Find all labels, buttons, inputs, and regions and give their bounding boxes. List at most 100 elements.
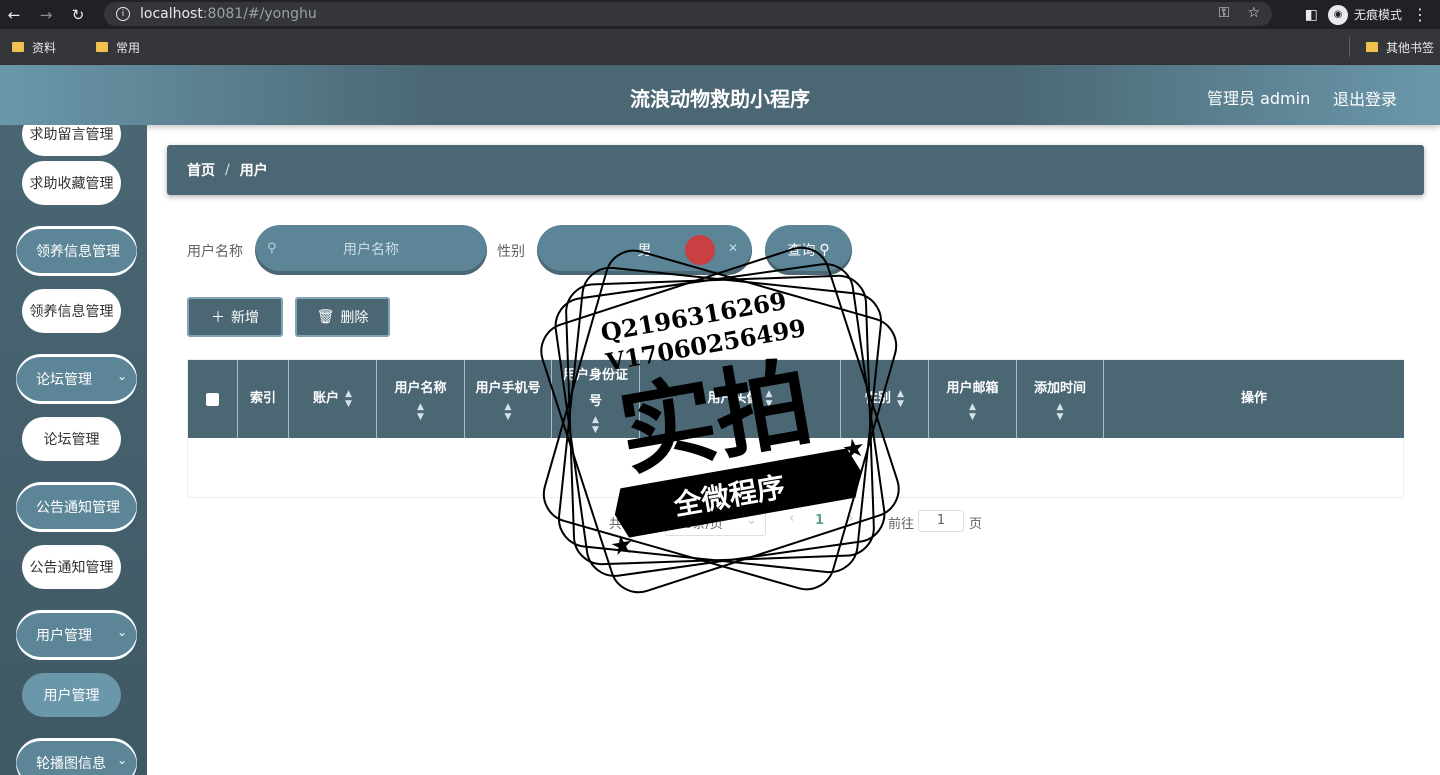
sidebar-group-adoption[interactable]: 领养信息管理 bbox=[16, 226, 137, 276]
column-header[interactable]: 添加时间 ▲ ▼ bbox=[1017, 360, 1104, 438]
breadcrumb-current: 用户 bbox=[239, 163, 268, 179]
sidebar-group-label: 轮播图信息 bbox=[36, 756, 106, 772]
sidebar-item-help-message[interactable]: 求助留言管理 bbox=[22, 125, 121, 156]
sidebar-item-help-favorite[interactable]: 求助收藏管理 bbox=[22, 161, 121, 205]
select-all-header bbox=[188, 360, 238, 438]
sidebar-group-carousel[interactable]: 轮播图信息 ⌄ bbox=[16, 738, 137, 775]
star-icon[interactable]: ☆ bbox=[1247, 5, 1260, 21]
column-header: 操作 bbox=[1104, 360, 1404, 438]
sort-icon[interactable]: ▲ ▼ bbox=[1057, 402, 1064, 422]
sort-icon[interactable]: ▲ ▼ bbox=[897, 389, 904, 409]
url-host: localhost bbox=[140, 6, 203, 22]
column-header[interactable]: 用户邮箱 ▲ ▼ bbox=[929, 360, 1017, 438]
next-page-icon[interactable]: › bbox=[848, 511, 853, 526]
delete-button[interactable]: 🗑 删除 bbox=[295, 297, 390, 337]
column-header[interactable]: 用户手机号 ▲ ▼ bbox=[465, 360, 552, 438]
sidebar-group-user[interactable]: 用户管理 ⌄ bbox=[16, 610, 137, 660]
username-search-input[interactable] bbox=[255, 242, 487, 258]
plus-icon: ＋ bbox=[211, 310, 225, 326]
sort-icon[interactable]: ▲ ▼ bbox=[766, 389, 773, 409]
column-label: 操作 bbox=[1240, 391, 1267, 406]
column-header[interactable]: 性别 ▲ ▼ bbox=[841, 360, 929, 438]
bookmark-folder[interactable]: 常用 bbox=[96, 39, 140, 56]
column-label: 用户头像 bbox=[707, 391, 760, 406]
sidebar-group-label: 论坛管理 bbox=[36, 372, 92, 388]
column-header[interactable]: 用户头像 ▲ ▼ bbox=[640, 360, 841, 438]
search-icon: ⚲ bbox=[819, 242, 830, 258]
sidebar-group-notice[interactable]: 公告通知管理 bbox=[16, 482, 137, 532]
breadcrumb-home[interactable]: 首页 bbox=[187, 160, 215, 180]
folder-icon bbox=[1365, 42, 1378, 52]
incognito-label: 无痕模式 bbox=[1353, 8, 1402, 22]
goto-label: 前往 bbox=[888, 517, 915, 532]
sidebar-toggle-icon[interactable]: ◧ bbox=[1305, 7, 1318, 23]
sort-icon[interactable]: ▲ ▼ bbox=[345, 389, 352, 409]
chevron-down-icon: ⌄ bbox=[116, 369, 127, 383]
incognito-indicator[interactable]: ◉ 无痕模式 bbox=[1327, 4, 1402, 25]
goto-page-input[interactable]: 1 bbox=[918, 510, 964, 532]
username-search-field[interactable]: ⚲ bbox=[255, 225, 487, 275]
column-header: 索引 bbox=[238, 360, 289, 438]
prev-page-icon[interactable]: ‹ bbox=[789, 511, 794, 526]
gender-label: 性别 bbox=[497, 244, 525, 260]
site-info-icon[interactable]: i bbox=[116, 7, 130, 21]
page-suffix: 页 bbox=[969, 517, 983, 532]
sidebar-item-adoption[interactable]: 领养信息管理 bbox=[22, 289, 121, 333]
sort-icon[interactable]: ▲ ▼ bbox=[417, 402, 424, 422]
gender-select[interactable]: 男 ✕ bbox=[537, 225, 752, 275]
column-header[interactable]: 账户 ▲ ▼ bbox=[289, 360, 377, 438]
pagination-total: 共 0 条 bbox=[609, 517, 652, 532]
query-button-label: 查询 bbox=[787, 243, 816, 259]
bookmark-label: 其他书签 bbox=[1385, 40, 1434, 55]
bookmark-label: 资料 bbox=[32, 40, 57, 55]
reload-icon[interactable]: ↻ bbox=[64, 0, 92, 29]
logout-link[interactable]: 退出登录 bbox=[1333, 86, 1397, 110]
add-button[interactable]: ＋ 新增 bbox=[187, 297, 283, 337]
username-label: 用户名称 bbox=[187, 244, 243, 260]
page-number[interactable]: 1 bbox=[815, 513, 824, 528]
chevron-down-icon: ⌄ bbox=[116, 753, 127, 767]
column-header[interactable]: 用户身份证号 ▲ ▼ bbox=[552, 360, 640, 438]
key-icon[interactable]: ⚿ bbox=[1219, 5, 1230, 21]
menu-icon[interactable]: ⋮ bbox=[1412, 5, 1428, 24]
page-size-select[interactable]: 10条/页 ⌄ bbox=[665, 508, 766, 536]
column-header[interactable]: 用户名称 ▲ ▼ bbox=[377, 360, 465, 438]
page-size-value: 10条/页 bbox=[676, 516, 723, 532]
sidebar-item-notice[interactable]: 公告通知管理 bbox=[22, 545, 121, 589]
query-button[interactable]: 查询 ⚲ bbox=[765, 225, 852, 275]
bookmarks-bar: 资料 常用 其他书签 bbox=[0, 29, 1440, 65]
divider bbox=[1349, 37, 1350, 57]
address-bar[interactable]: i localhost:8081/#/yonghu ⚿ ☆ bbox=[104, 2, 1272, 26]
sort-icon[interactable]: ▲ ▼ bbox=[969, 402, 976, 422]
browser-toolbar: ← → ↻ i localhost:8081/#/yonghu ⚿ ☆ ◧ ◉ … bbox=[0, 0, 1440, 29]
bookmark-folder[interactable]: 资料 bbox=[12, 39, 56, 56]
select-all-checkbox[interactable] bbox=[206, 392, 219, 406]
sort-icon[interactable]: ▲ ▼ bbox=[505, 402, 512, 422]
forward-icon[interactable]: → bbox=[32, 0, 60, 29]
sidebar-group-forum[interactable]: 论坛管理 ⌄ bbox=[16, 354, 137, 404]
clear-icon[interactable]: ✕ bbox=[728, 241, 738, 255]
trash-icon: 🗑 bbox=[316, 309, 335, 325]
folder-icon bbox=[96, 42, 109, 52]
column-label: 用户邮箱 bbox=[946, 381, 999, 396]
column-label: 用户名称 bbox=[394, 381, 447, 396]
column-label: 索引 bbox=[249, 391, 276, 406]
table-header: 索引 账户 ▲ ▼ 用户名称 ▲ ▼ 用户手机号 ▲ ▼ 用户身份证号 ▲ ▼ 用户头像 ▲ ▼ 性… bbox=[188, 360, 1404, 438]
add-button-label: 新增 bbox=[231, 310, 259, 326]
back-icon[interactable]: ← bbox=[0, 0, 28, 29]
sidebar-group-label: 领养信息管理 bbox=[36, 244, 120, 260]
sidebar-item-user[interactable]: 用户管理 bbox=[22, 673, 121, 717]
user-table: 索引 账户 ▲ ▼ 用户名称 ▲ ▼ 用户手机号 ▲ ▼ 用户身份证号 ▲ ▼ 用户头像 ▲ ▼ 性… bbox=[187, 359, 1404, 498]
sidebar-item-forum[interactable]: 论坛管理 bbox=[22, 417, 121, 461]
column-label: 用户身份证号 bbox=[562, 368, 628, 409]
folder-icon bbox=[12, 42, 24, 52]
sidebar-group-label: 用户管理 bbox=[36, 628, 92, 644]
sidebar: 求助留言管理 求助收藏管理 领养信息管理 领养信息管理 论坛管理 ⌄ 论坛管理 公… bbox=[0, 125, 147, 775]
bookmark-label: 常用 bbox=[116, 40, 141, 55]
star-icon: ★ bbox=[608, 529, 636, 563]
sort-icon[interactable]: ▲ ▼ bbox=[592, 415, 599, 435]
other-bookmarks[interactable]: 其他书签 bbox=[1365, 29, 1434, 65]
chevron-down-icon: ⌄ bbox=[116, 625, 127, 639]
watermark-line1: Q2196316269 bbox=[599, 286, 789, 347]
gender-selected-value: 男 bbox=[637, 243, 652, 259]
